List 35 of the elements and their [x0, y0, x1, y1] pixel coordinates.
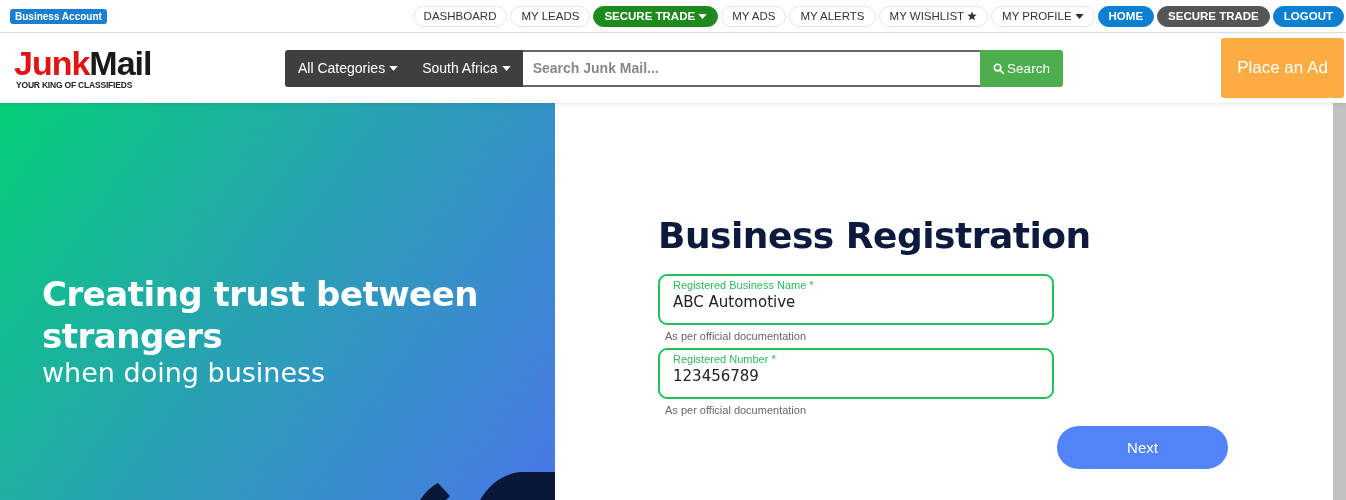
nav-button[interactable]: LOGOUT: [1272, 5, 1344, 27]
nav-button[interactable]: HOME: [1097, 5, 1155, 27]
caret-icon: [698, 13, 708, 19]
form-title: Business Registration: [658, 215, 1092, 256]
nav-button[interactable]: MY ALERTS: [789, 5, 876, 27]
category-dropdown[interactable]: All Categories: [285, 49, 411, 87]
nav-button[interactable]: MY WISHLIST: [878, 5, 989, 27]
nav-button[interactable]: SECURE TRADE: [1157, 5, 1270, 27]
nav-button[interactable]: MY ADS: [721, 5, 787, 27]
nav-button[interactable]: MY PROFILE: [991, 5, 1095, 27]
account-badge: Business Account: [10, 8, 107, 24]
next-button[interactable]: Next: [1057, 426, 1228, 469]
nav-button[interactable]: MY LEADS: [510, 5, 591, 27]
scrollbar[interactable]: [1333, 103, 1346, 500]
field-label: Registered Number *: [673, 353, 777, 365]
region-dropdown[interactable]: South Africa: [410, 49, 523, 87]
nav-button[interactable]: SECURE TRADE: [593, 5, 719, 27]
logo-tagline: YOUR KING OF CLASSIFIEDS: [15, 80, 134, 90]
caret-icon: [1074, 13, 1084, 19]
text-field[interactable]: Registered Business Name * ABC Automotive: [658, 274, 1054, 325]
field-value[interactable]: 123456789: [673, 365, 973, 385]
nav-button[interactable]: DASHBOARD: [412, 5, 508, 27]
field-label: Registered Business Name *: [673, 279, 815, 291]
star-icon: [967, 11, 978, 21]
logo-wordmark[interactable]: JunkMail: [14, 46, 152, 80]
search-icon: [993, 62, 1005, 74]
field-hint: As per official documentation: [664, 329, 808, 342]
text-field[interactable]: Registered Number * 123456789: [658, 348, 1054, 399]
hero-subline: when doing business: [42, 357, 327, 388]
field-hint: As per official documentation: [664, 403, 808, 416]
field-value[interactable]: ABC Automotive: [673, 291, 973, 311]
caret-icon: [501, 65, 511, 71]
search-field[interactable]: Search Junk Mail...: [522, 49, 980, 87]
hero-headline: Creating trust between strangers: [42, 273, 479, 357]
caret-icon: [389, 65, 399, 71]
